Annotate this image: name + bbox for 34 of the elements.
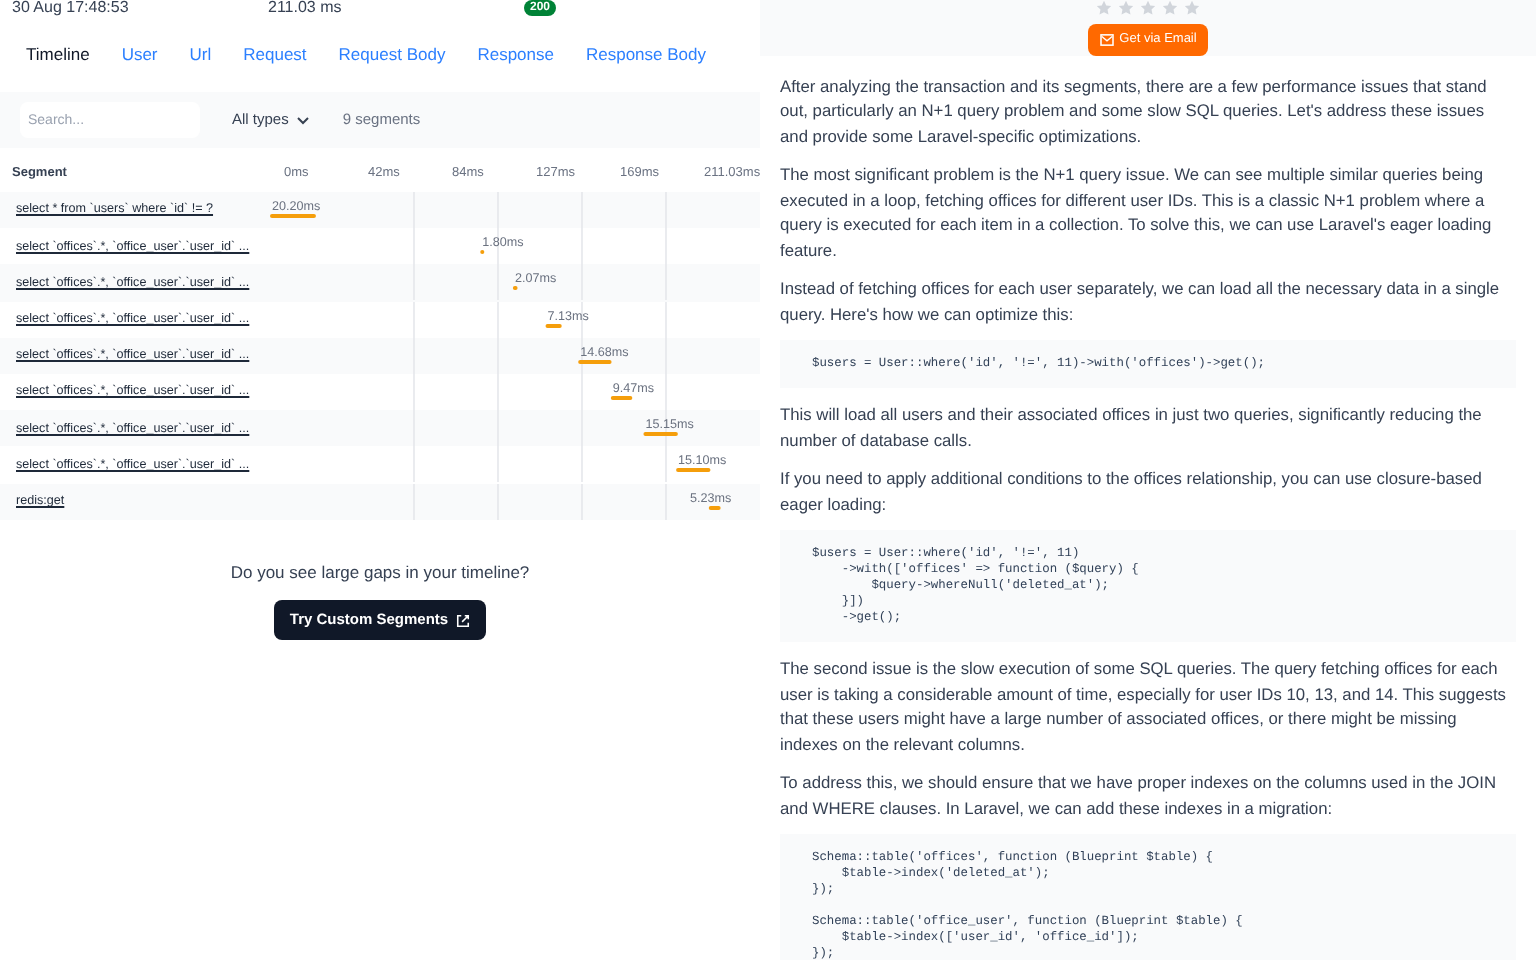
chevron-down-icon — [296, 115, 311, 125]
analysis-paragraph: The second issue is the slow execution of some SQL queries. The query fetching offices for each user is taking a considerable amount of time, especially for user IDs 10, 13, and 14. This suggests that these users might have a large number of associated offices, or there might be missing indexes on the relevant columns. — [780, 656, 1508, 757]
star-icon[interactable] — [1162, 0, 1178, 16]
timestamp: 30 Aug 17:48:53 — [12, 0, 131, 16]
duration-bar — [545, 323, 562, 328]
duration-bar — [643, 432, 678, 437]
analysis-paragraph: Instead of fetching offices for each user separately, we can load all the necessary data in a single query. Here's how we can optimize this: — [780, 276, 1502, 327]
mail-icon — [1099, 33, 1114, 46]
star-icon[interactable] — [1140, 0, 1156, 16]
analysis-paragraph: After analyzing the transaction and its segments, there are a few performance issues that stand out, particularly an N+1 query problem and some slow SQL queries. Let's address these issues and provide some Laravel-specific optimizations. — [780, 73, 1489, 149]
duration-bar — [676, 468, 711, 473]
duration: 211.03 ms — [268, 0, 344, 16]
duration-bar — [480, 250, 485, 255]
tab[interactable]: Response Body — [585, 41, 706, 67]
analysis-paragraph: If you need to apply additional conditions to the offices relationship, you can use closure-based eager loading: — [780, 466, 1484, 517]
analysis-paragraph: This will load all users and their associated offices in just two queries, significantly reducing the number of database calls. — [780, 402, 1484, 453]
gaps-question: Do you see large gaps in your timeline? — [230, 559, 530, 585]
duration-bar — [610, 396, 633, 401]
duration-bar — [578, 359, 612, 364]
duration-bar — [708, 505, 721, 510]
tab[interactable]: Response — [477, 41, 554, 67]
tab[interactable]: Url — [189, 41, 212, 67]
external-link-icon — [456, 613, 471, 628]
analysis-paragraph: The most significant problem is the N+1 query issue. We can see multiple similar queries being executed in a loop, fetching offices for different user IDs. This is a classic N+1 problem where a query is executed for each item in a collection. To solve this, we can use Laravel's eager loading feature. — [780, 162, 1494, 263]
star-icon[interactable] — [1184, 0, 1200, 16]
star-icon[interactable] — [1096, 0, 1112, 16]
tab[interactable]: User — [121, 41, 158, 67]
duration-bar — [270, 214, 316, 219]
tab[interactable]: Timeline — [26, 41, 90, 67]
tab[interactable]: Request Body — [338, 41, 446, 67]
duration-bar — [512, 286, 518, 291]
star-icon[interactable] — [1118, 0, 1134, 16]
analysis-paragraph: To address this, we should ensure that we have proper indexes on the columns used in the JOIN and WHERE clauses. In Laravel, we can add these indexes in a migration: — [780, 770, 1499, 821]
tab[interactable]: Request — [243, 41, 307, 67]
